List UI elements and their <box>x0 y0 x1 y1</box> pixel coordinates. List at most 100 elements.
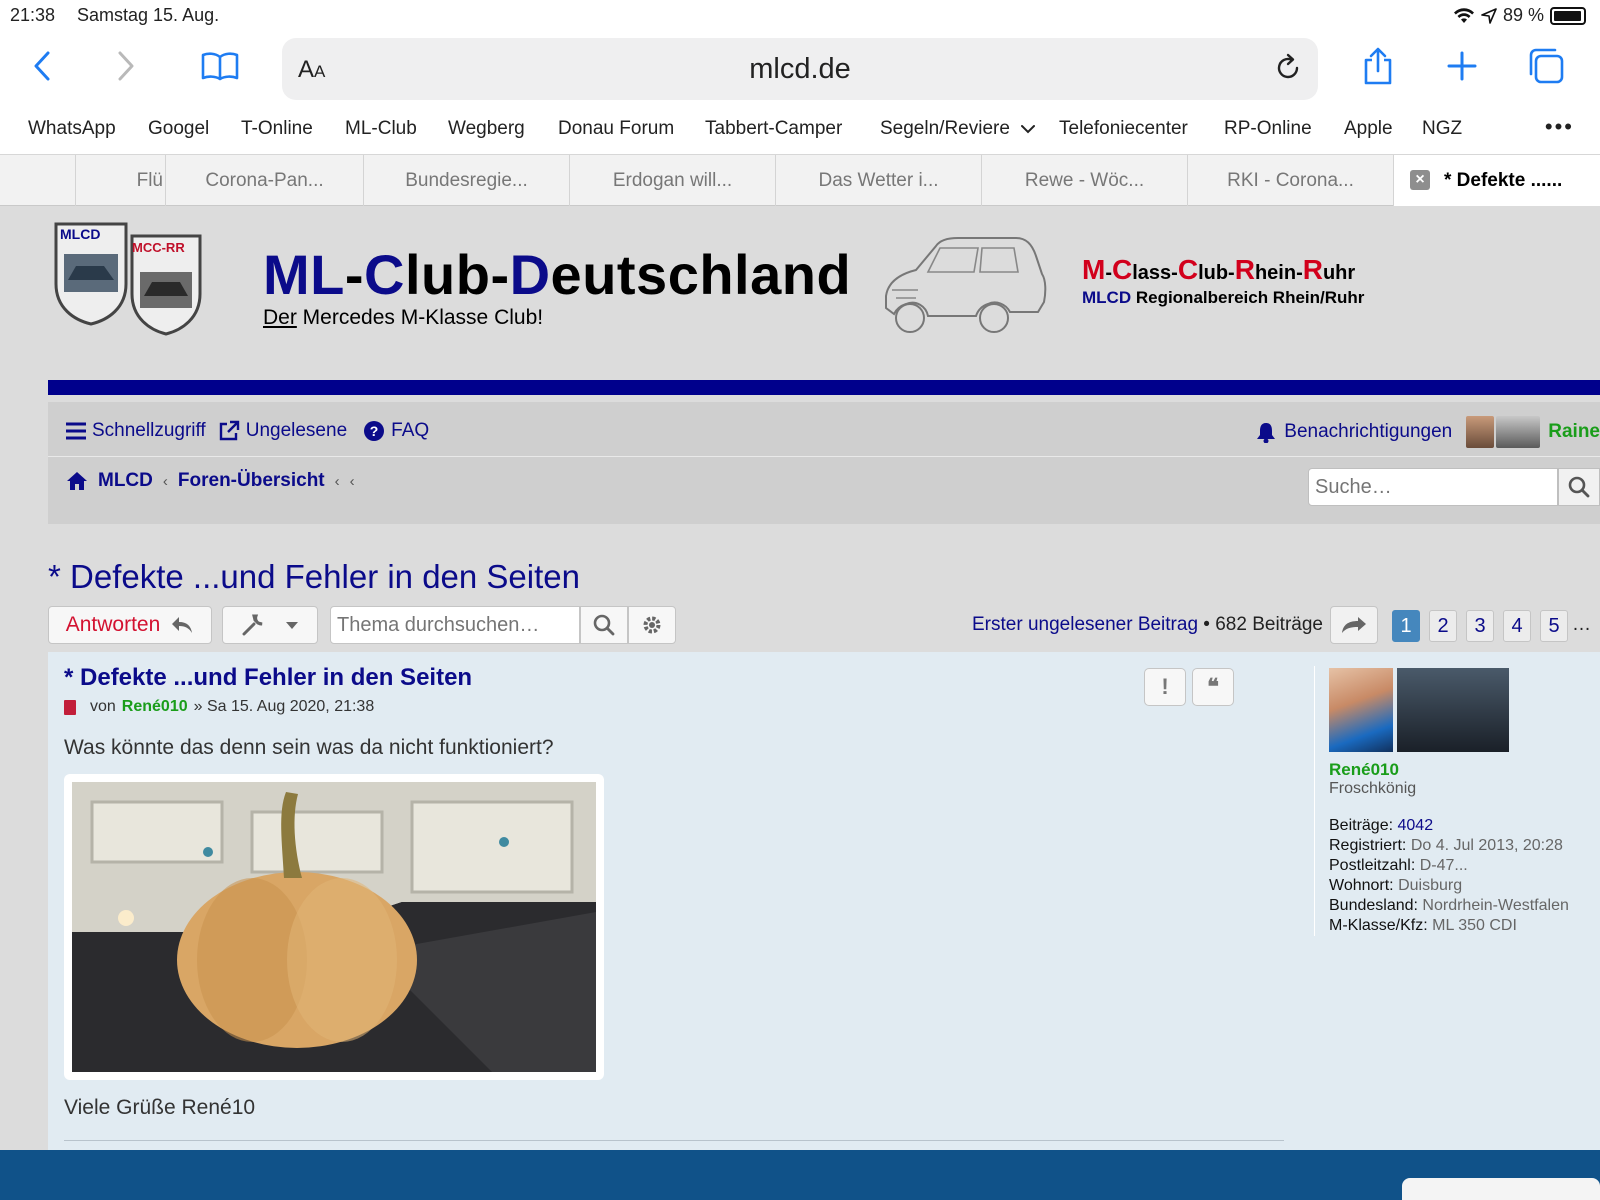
field-value: D-47... <box>1419 857 1468 874</box>
tab-item[interactable]: Corona-Pan... <box>166 155 364 206</box>
favorite-link[interactable]: ML-Club <box>345 118 417 140</box>
author-avatar-face[interactable] <box>1329 668 1393 752</box>
jump-to-page-button[interactable] <box>1330 606 1378 644</box>
post-divider <box>64 1140 1284 1141</box>
tab-active[interactable]: × * Defekte ...... <box>1394 155 1600 206</box>
topic-search-button[interactable] <box>580 606 628 644</box>
tab-item[interactable]: Flü <box>76 155 166 206</box>
favorite-folder-segeln[interactable]: Segeln/Reviere <box>880 118 1036 140</box>
field-label: Postleitzahl: <box>1329 857 1416 874</box>
tab-item[interactable]: Das Wetter i... <box>776 155 982 206</box>
avatar-car <box>1496 416 1541 448</box>
favorite-link[interactable]: Telefoniecenter <box>1059 118 1188 140</box>
logo-mccrr-text: MCC-RR <box>132 240 185 255</box>
logo-mlcd-text: MLCD <box>60 226 101 242</box>
report-post-button[interactable]: ! <box>1144 668 1186 706</box>
tabs-overview-button[interactable] <box>1524 44 1568 88</box>
user-menu-name[interactable]: Raine <box>1548 421 1600 443</box>
favorite-link[interactable]: Wegberg <box>448 118 525 140</box>
tab-item[interactable]: Rewe - Wöc... <box>982 155 1188 206</box>
reply-label: Antworten <box>65 613 161 636</box>
tab-item[interactable]: Bundesregie... <box>364 155 570 206</box>
unread-link[interactable]: Ungelesene <box>218 420 347 442</box>
back-button[interactable] <box>20 44 64 88</box>
mccr-part: lub- <box>1198 262 1235 284</box>
page-link[interactable]: 3 <box>1466 610 1494 642</box>
mccr-part: R <box>1234 254 1255 285</box>
page-link[interactable]: 2 <box>1429 610 1457 642</box>
notifications-link[interactable]: Benachrichtigungen <box>1284 421 1452 443</box>
favorite-link[interactable]: Donau Forum <box>558 118 674 140</box>
post-image[interactable] <box>64 774 604 1080</box>
forward-button[interactable] <box>104 44 148 88</box>
page-link[interactable]: 5 <box>1540 610 1568 642</box>
reload-icon[interactable] <box>1272 52 1304 84</box>
status-bar: 21:38 Samstag 15. Aug. 89 % <box>0 0 1600 32</box>
post-count: • 682 Beiträge <box>1198 614 1323 635</box>
field-label: Registriert: <box>1329 837 1407 854</box>
favorite-link[interactable]: Tabbert-Camper <box>705 118 842 140</box>
favorite-link[interactable]: WhatsApp <box>28 118 116 140</box>
external-link-icon <box>219 420 239 441</box>
mccr-part: C <box>1112 254 1133 285</box>
close-tab-icon[interactable]: × <box>1410 170 1430 190</box>
post-file-icon[interactable] <box>64 699 76 715</box>
topic-tools-button[interactable] <box>222 606 318 644</box>
web-page: MLCD MCC-RR ML-Club-Deutschland Der Merc… <box>0 206 1600 1150</box>
share-button[interactable] <box>1356 44 1400 88</box>
topic-title[interactable]: * Defekte ...und Fehler in den Seiten <box>48 558 580 596</box>
page-link[interactable]: 4 <box>1503 610 1531 642</box>
favorite-link[interactable]: Googel <box>148 118 209 140</box>
reply-arrow-icon <box>172 617 193 633</box>
battery-percent: 89 % <box>1502 5 1544 25</box>
topic-action-bar: Antworten Erster ungelesener Beitrag • 6… <box>48 606 1600 646</box>
favorite-link[interactable]: NGZ <box>1422 118 1462 140</box>
avatar-face <box>1466 416 1495 448</box>
post-author-link[interactable]: René010 <box>122 698 188 716</box>
caret-down-icon <box>286 622 298 629</box>
chevron-right-icon <box>118 51 134 81</box>
favorite-link[interactable]: Apple <box>1344 118 1393 140</box>
tab-item[interactable]: RKI - Corona... <box>1188 155 1394 206</box>
quick-access-menu[interactable]: Schnellzugriff <box>66 420 206 442</box>
mccr-sub-rest: Regionalbereich Rhein/Ruhr <box>1131 288 1365 307</box>
author-post-count-link[interactable]: 4042 <box>1398 817 1434 834</box>
post-title[interactable]: * Defekte ...und Fehler in den Seiten <box>64 664 472 692</box>
first-unread-link[interactable]: Erster ungelesener Beitrag <box>972 614 1198 635</box>
favorite-link[interactable]: T-Online <box>241 118 313 140</box>
plus-icon <box>1447 51 1477 81</box>
page-link-active[interactable]: 1 <box>1392 610 1420 642</box>
tab-empty[interactable] <box>0 155 76 206</box>
new-tab-button[interactable] <box>1440 44 1484 88</box>
tab-item[interactable]: Erdogan will... <box>570 155 776 206</box>
more-favorites-button[interactable]: ••• <box>1545 114 1574 140</box>
tab-active-label: * Defekte ...... <box>1444 169 1563 191</box>
reply-button[interactable]: Antworten <box>48 606 212 644</box>
bottom-sheet-handle[interactable] <box>1402 1178 1600 1200</box>
author-name[interactable]: René010 <box>1329 760 1399 780</box>
topic-search-input[interactable] <box>330 606 580 644</box>
forum-search-input[interactable] <box>1308 468 1558 506</box>
site-title[interactable]: ML-Club-Deutschland <box>263 242 851 307</box>
forum-search-button[interactable] <box>1558 468 1600 506</box>
car-drawing <box>885 237 1047 333</box>
mccr-part: - <box>1105 262 1112 284</box>
home-icon[interactable] <box>66 471 88 491</box>
breadcrumb-mlcd[interactable]: MLCD <box>98 470 153 492</box>
bell-icon[interactable] <box>1256 421 1276 443</box>
mccr-title[interactable]: M-Class-Club-Rhein-Ruhr <box>1082 254 1355 286</box>
status-date: Samstag 15. Aug. <box>77 5 220 25</box>
post-meta: von René010 » Sa 15. Aug 2020, 21:38 <box>64 698 374 716</box>
author-details: Beiträge: 4042 Registriert: Do 4. Jul 20… <box>1329 816 1569 936</box>
address-bar[interactable]: AA mlcd.de <box>282 38 1318 100</box>
faq-link[interactable]: ? FAQ <box>363 420 429 442</box>
quote-post-button[interactable]: ❝ <box>1192 668 1234 706</box>
mccr-part: R <box>1302 254 1323 285</box>
breadcrumb-separator: ‹ <box>162 472 168 490</box>
bookmarks-button[interactable] <box>198 44 242 88</box>
breadcrumb-forum-overview[interactable]: Foren-Übersicht <box>178 470 325 492</box>
favorite-link[interactable]: RP-Online <box>1224 118 1312 140</box>
user-avatar[interactable] <box>1466 416 1541 448</box>
advanced-search-button[interactable] <box>628 606 676 644</box>
author-avatar-car[interactable] <box>1397 668 1509 752</box>
